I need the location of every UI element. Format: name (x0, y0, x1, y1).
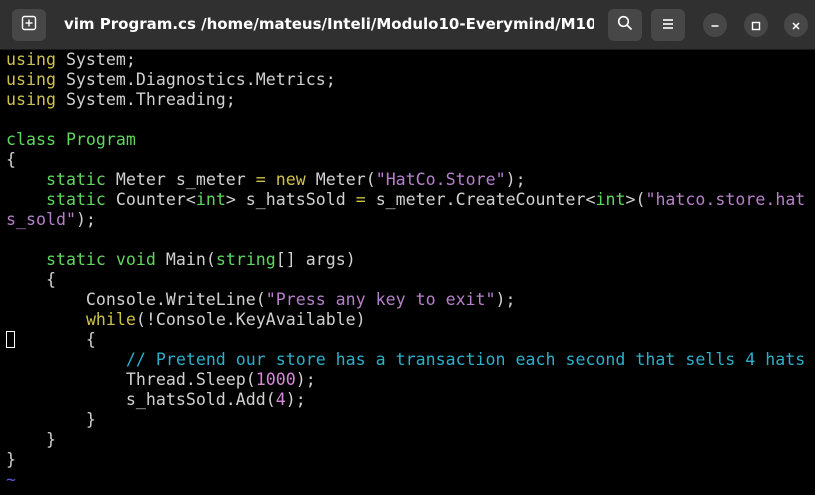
code-token: s_hatsSold.Add( (6, 390, 276, 409)
code-line-7: static Meter s_meter = new Meter("HatCo.… (6, 170, 526, 190)
code-token: ); (285, 390, 306, 409)
code-token: > s_hatsSold (225, 190, 356, 209)
minimize-button[interactable] (703, 13, 727, 37)
terminal-editor[interactable]: using System; using System.Diagnostics.M… (0, 50, 815, 495)
operator-token: = (255, 170, 266, 189)
string-token: "hatco.store.hat (645, 190, 806, 209)
string-token: s_sold" (6, 210, 76, 229)
close-button[interactable] (784, 13, 808, 37)
menu-button[interactable] (651, 9, 685, 41)
code-line-16: // Pretend our store has a transaction e… (6, 350, 805, 370)
code-token: Console.WriteLine( (6, 290, 266, 309)
code-line-6: { (6, 150, 16, 170)
close-icon (791, 16, 801, 35)
code-token: Counter< (105, 190, 196, 209)
code-token: System; (55, 50, 136, 69)
code-token: Meter( (305, 170, 376, 189)
code-line-2: using System.Diagnostics.Metrics; (6, 70, 336, 90)
code-token: System.Diagnostics.Metrics; (55, 70, 336, 89)
code-token: } (6, 410, 96, 429)
code-token: [] args) (275, 250, 356, 269)
code-line-17: Thread.Sleep(1000); (6, 370, 316, 390)
code-line-9: s_sold"); (6, 210, 96, 230)
hamburger-menu-icon (661, 16, 675, 35)
code-line-12: { (6, 270, 56, 290)
keyword-token: using (6, 50, 56, 69)
code-line-11: static void Main(string[] args) (6, 250, 356, 270)
code-token: ); (75, 210, 96, 229)
new-tab-icon (21, 15, 37, 35)
maximize-icon (751, 16, 761, 35)
code-token: Thread.Sleep( (6, 370, 256, 389)
code-token: System.Threading; (55, 90, 236, 109)
type-token: static (45, 190, 106, 209)
operator-token: = (355, 190, 366, 209)
text-cursor (6, 331, 15, 348)
code-token: Meter s_meter (105, 170, 256, 189)
code-line-19: } (6, 410, 96, 430)
type-token: Program (55, 130, 136, 149)
empty-line-marker: ~ (6, 470, 16, 490)
type-token: static (45, 250, 106, 269)
code-token: } (6, 430, 56, 449)
keyword-token: while (85, 310, 136, 329)
code-token: } (6, 450, 16, 469)
number-token: 4 (275, 390, 286, 409)
code-line-8: static Counter<int> s_hatsSold = s_meter… (6, 190, 805, 210)
search-button[interactable] (608, 9, 642, 41)
code-line-3: using System.Threading; (6, 90, 236, 110)
maximize-button[interactable] (744, 13, 768, 37)
type-token: string (215, 250, 276, 269)
keyword-token: new (275, 170, 306, 189)
code-token: ); (505, 170, 526, 189)
code-token: ); (495, 290, 516, 309)
code-token: ); (295, 370, 316, 389)
code-token: (!Console.KeyAvailable) (135, 310, 366, 329)
search-icon (617, 15, 633, 35)
code-line-20: } (6, 430, 56, 450)
string-token: "HatCo.Store" (375, 170, 506, 189)
type-token: int (195, 190, 226, 209)
code-line-5: class Program (6, 130, 136, 150)
keyword-token: using (6, 90, 56, 109)
type-token: static (45, 170, 106, 189)
window-title: vim Program.cs /home/mateus/Inteli/Modul… (64, 15, 594, 33)
code-line-21: } (6, 450, 16, 470)
code-line-15: { (6, 330, 96, 350)
code-line-14: while(!Console.KeyAvailable) (6, 310, 366, 330)
code-token: { (6, 330, 96, 349)
code-line-13: Console.WriteLine("Press any key to exit… (6, 290, 516, 310)
code-token: Main( (155, 250, 216, 269)
code-token: s_meter.CreateCounter< (365, 190, 596, 209)
comment-token: // Pretend our store has a transaction e… (125, 350, 806, 369)
minimize-icon (710, 16, 720, 35)
title-bar: vim Program.cs /home/mateus/Inteli/Modul… (0, 0, 815, 50)
type-token: void (115, 250, 156, 269)
code-token: >( (625, 190, 646, 209)
type-token: int (595, 190, 626, 209)
string-token: "Press any key to exit" (265, 290, 496, 309)
type-token: class (6, 130, 56, 149)
code-token: { (6, 150, 16, 169)
tilde-token: ~ (6, 470, 16, 489)
new-tab-button[interactable] (12, 9, 46, 41)
keyword-token: using (6, 70, 56, 89)
code-line-1: using System; (6, 50, 136, 70)
number-token: 1000 (255, 370, 296, 389)
code-line-18: s_hatsSold.Add(4); (6, 390, 306, 410)
code-token: { (6, 270, 56, 289)
